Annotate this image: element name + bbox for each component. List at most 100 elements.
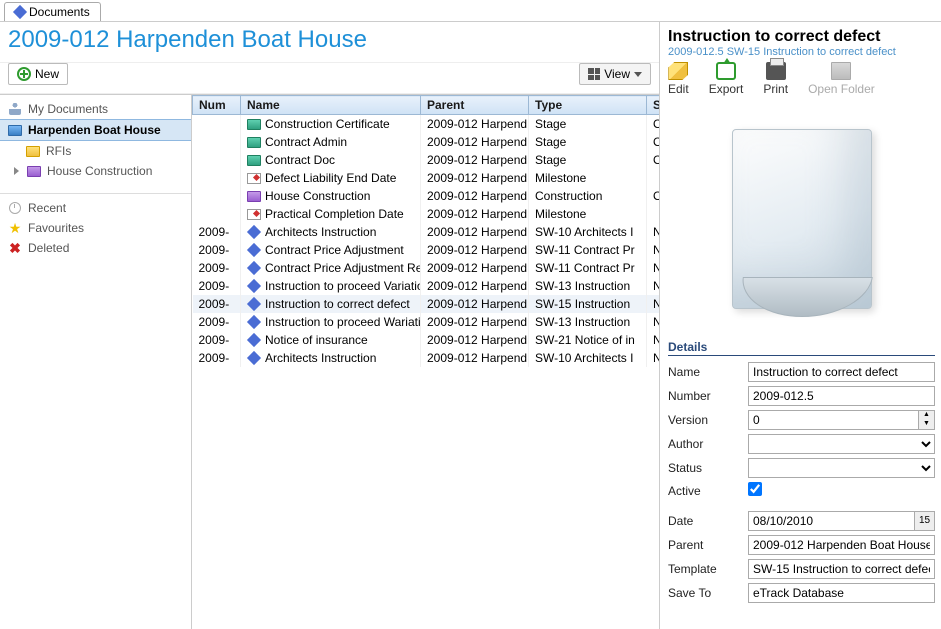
calendar-icon[interactable]: 15 xyxy=(915,511,935,531)
star-icon: ★ xyxy=(8,221,22,235)
table-row[interactable]: 2009-Notice of insurance2009-012 Harpend… xyxy=(193,331,660,349)
tab-documents[interactable]: Documents xyxy=(4,2,101,21)
label-save-to: Save To xyxy=(668,586,738,600)
details-section-header: Details xyxy=(668,340,935,356)
author-select[interactable] xyxy=(748,434,935,454)
sidebar-item-label: Favourites xyxy=(28,221,84,235)
sidebar-item-label: House Construction xyxy=(47,164,152,178)
row-icon xyxy=(247,173,261,184)
table-row[interactable]: 2009-Architects Instruction2009-012 Harp… xyxy=(193,223,660,241)
table-row[interactable]: 2009-Architects Instruction2009-012 Harp… xyxy=(193,349,660,367)
edit-button[interactable]: Edit xyxy=(668,62,689,96)
tab-strip: Documents xyxy=(0,0,941,22)
sidebar-item-label: Recent xyxy=(28,201,66,215)
view-button[interactable]: View xyxy=(579,63,651,85)
folder-icon xyxy=(8,125,22,136)
tool-label: Edit xyxy=(668,82,689,96)
folder-icon xyxy=(26,146,40,157)
label-number: Number xyxy=(668,389,738,403)
detail-title: Instruction to correct defect xyxy=(668,28,935,46)
table-row[interactable]: 2009-Instruction to proceed Wariation200… xyxy=(193,313,660,331)
page-title: 2009-012 Harpenden Boat House xyxy=(8,26,367,54)
open-folder-button: Open Folder xyxy=(808,62,875,96)
name-field[interactable] xyxy=(748,362,935,382)
sidebar-item-favourites[interactable]: ★ Favourites xyxy=(0,218,191,238)
document-preview xyxy=(668,104,935,334)
active-checkbox[interactable] xyxy=(748,482,762,496)
tool-label: Export xyxy=(709,82,744,96)
label-active: Active xyxy=(668,484,738,498)
folder-icon xyxy=(831,62,851,80)
sidebar-item-label: RFIs xyxy=(46,144,71,158)
sidebar-item-rfis[interactable]: RFIs xyxy=(0,141,191,161)
template-field[interactable] xyxy=(748,559,935,579)
tab-label: Documents xyxy=(29,5,90,19)
sidebar-item-house-construction[interactable]: House Construction xyxy=(0,161,191,181)
table-row[interactable]: Practical Completion Date2009-012 Harpen… xyxy=(193,205,660,223)
col-num[interactable]: Num xyxy=(193,96,241,115)
sidebar-item-deleted[interactable]: ✖ Deleted xyxy=(0,238,191,258)
label-date: Date xyxy=(668,514,738,528)
row-icon xyxy=(247,225,261,239)
x-icon: ✖ xyxy=(8,241,22,255)
label-name: Name xyxy=(668,365,738,379)
table-row[interactable]: 2009-Contract Price Adjustment Rev 22009… xyxy=(193,259,660,277)
save-to-field[interactable] xyxy=(748,583,935,603)
col-status[interactable]: Status xyxy=(647,96,660,115)
row-icon xyxy=(247,279,261,293)
version-spinner[interactable]: ▲▼ xyxy=(919,410,935,430)
table-row[interactable]: 2009-Instruction to proceed Variation200… xyxy=(193,277,660,295)
row-icon xyxy=(247,137,261,148)
plus-icon xyxy=(17,67,31,81)
grid-icon xyxy=(588,68,600,80)
col-type[interactable]: Type xyxy=(529,96,647,115)
table-row[interactable]: Contract Admin2009-012 HarpendStageOpen xyxy=(193,133,660,151)
view-button-label: View xyxy=(604,67,630,81)
label-parent: Parent xyxy=(668,538,738,552)
print-button[interactable]: Print xyxy=(763,62,788,96)
label-author: Author xyxy=(668,437,738,451)
row-icon xyxy=(247,315,261,329)
table-row[interactable]: 2009-Instruction to correct defect2009-0… xyxy=(193,295,660,313)
table-row[interactable]: Defect Liability End Date2009-012 Harpen… xyxy=(193,169,660,187)
col-name[interactable]: Name xyxy=(241,96,421,115)
version-field[interactable] xyxy=(748,410,919,430)
row-icon xyxy=(247,333,261,347)
chevron-down-icon xyxy=(634,72,642,77)
new-button[interactable]: New xyxy=(8,63,68,85)
person-icon xyxy=(9,103,21,115)
number-field[interactable] xyxy=(748,386,935,406)
row-icon xyxy=(247,243,261,257)
export-button[interactable]: Export xyxy=(709,62,744,96)
sidebar-item-my-documents[interactable]: My Documents xyxy=(0,99,191,119)
sidebar-item-recent[interactable]: Recent xyxy=(0,198,191,218)
row-icon xyxy=(247,261,261,275)
sidebar-item-harpenden[interactable]: Harpenden Boat House xyxy=(0,119,191,141)
row-icon xyxy=(247,351,261,365)
export-icon xyxy=(716,62,736,80)
details-panel: Instruction to correct defect 2009-012.5… xyxy=(660,22,941,629)
tool-label: Print xyxy=(763,82,788,96)
date-field[interactable] xyxy=(748,511,915,531)
sidebar: My Documents Harpenden Boat House RFIs H… xyxy=(0,95,192,629)
col-parent[interactable]: Parent xyxy=(421,96,529,115)
table-row[interactable]: House Construction2009-012 HarpendConstr… xyxy=(193,187,660,205)
folder-icon xyxy=(27,166,41,177)
sidebar-item-label: Deleted xyxy=(28,241,69,255)
row-icon xyxy=(247,119,261,130)
status-select[interactable] xyxy=(748,458,935,478)
expand-icon[interactable] xyxy=(14,167,19,175)
label-template: Template xyxy=(668,562,738,576)
clock-icon xyxy=(9,202,21,214)
new-button-label: New xyxy=(35,67,59,81)
diamond-icon xyxy=(13,5,27,19)
parent-field[interactable] xyxy=(748,535,935,555)
table-row[interactable]: Contract Doc2009-012 HarpendStageOpen xyxy=(193,151,660,169)
detail-toolbar: Edit Export Print Open Folder xyxy=(668,62,935,96)
table-row[interactable]: 2009-Contract Price Adjustment2009-012 H… xyxy=(193,241,660,259)
edit-icon xyxy=(668,62,688,80)
table-row[interactable]: Construction Certificate2009-012 Harpend… xyxy=(193,115,660,133)
row-icon xyxy=(247,191,261,202)
row-icon xyxy=(247,209,261,220)
documents-table[interactable]: Num Name Parent Type Status Construction… xyxy=(192,95,659,629)
